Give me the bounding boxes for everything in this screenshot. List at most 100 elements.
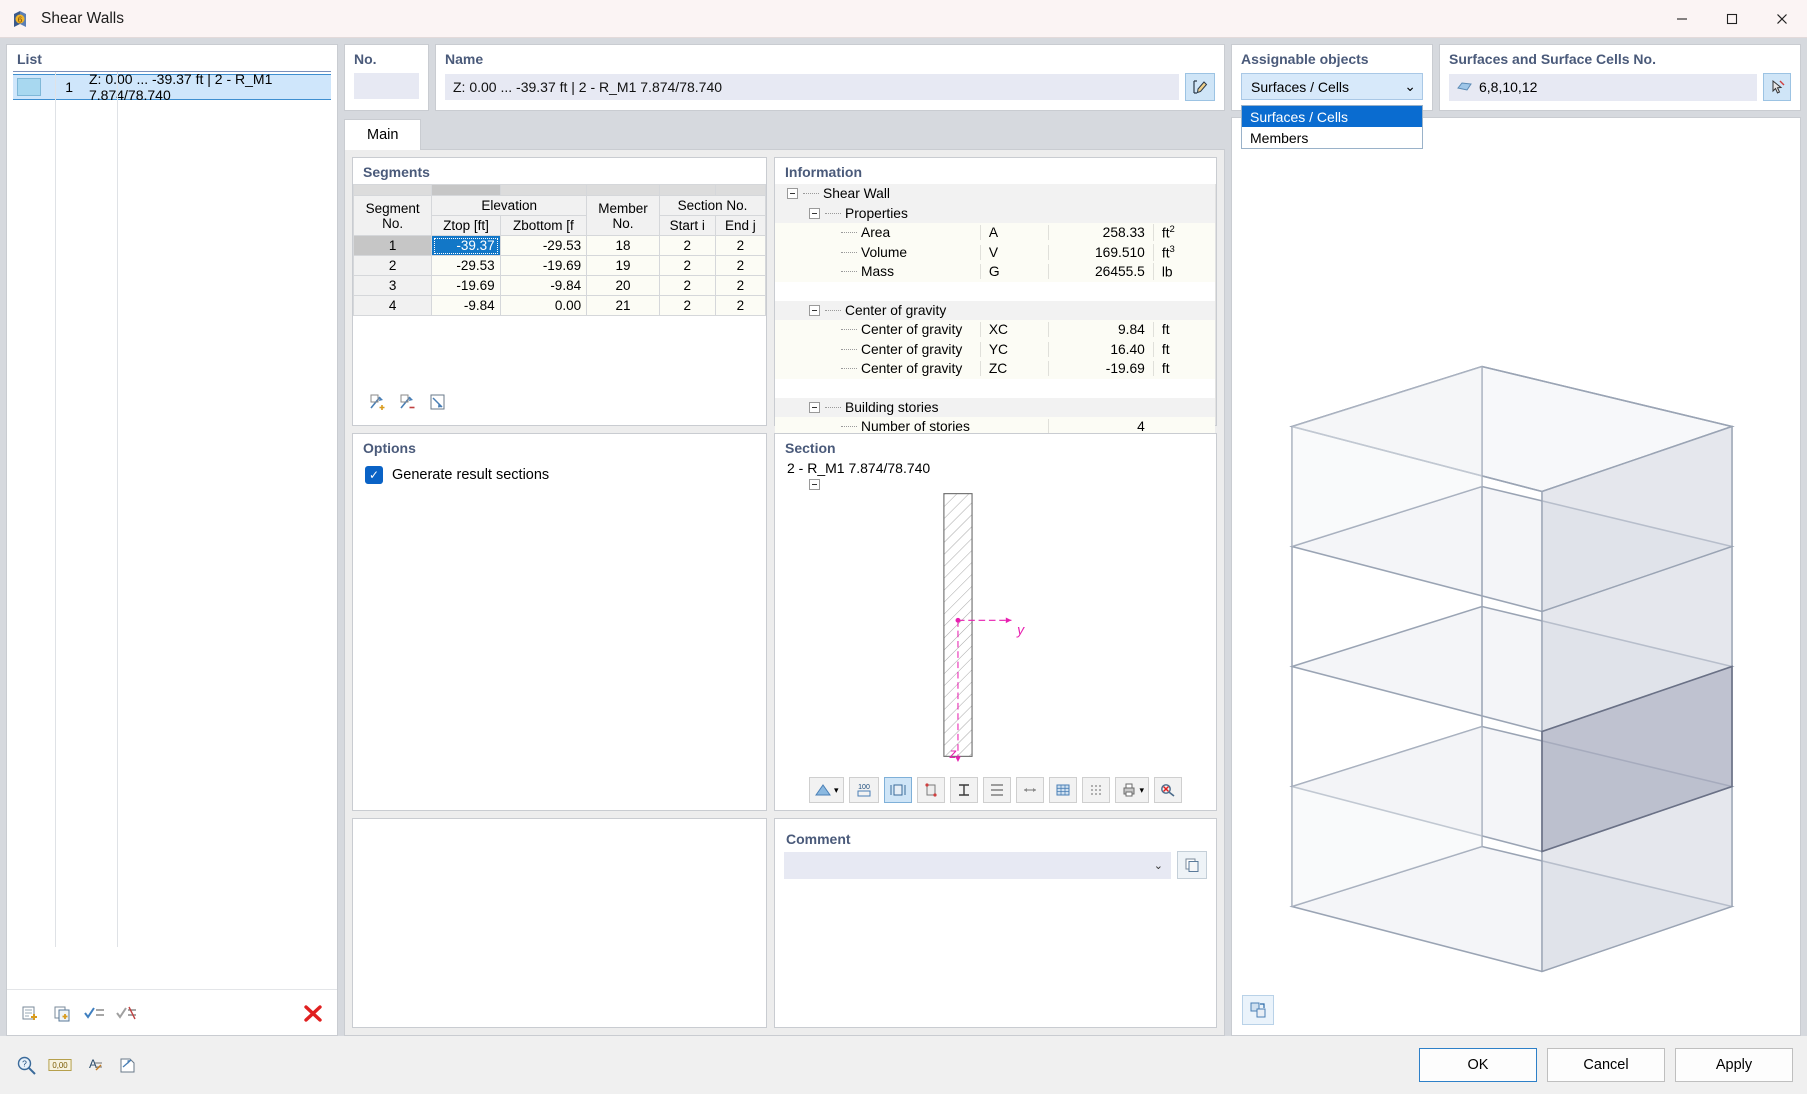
split-segment-button[interactable] (367, 391, 391, 413)
show-dimensions-button[interactable] (884, 777, 912, 803)
chevron-down-icon[interactable]: ▾ (1140, 785, 1145, 796)
copy-shear-wall-button[interactable] (51, 1002, 75, 1024)
col-start-i[interactable]: Start i (659, 216, 715, 236)
show-centroid-button[interactable] (950, 777, 978, 803)
table-row[interactable]: 3 -19.69 -9.84 20 2 2 (354, 276, 766, 296)
tree-row[interactable]: Mass G 26455.5 lb (775, 262, 1215, 282)
cell-member[interactable]: 21 (587, 296, 660, 316)
render-mode-button[interactable]: ▾ (809, 777, 844, 803)
grid-button[interactable] (1049, 777, 1077, 803)
cell-segment-no[interactable]: 1 (354, 236, 432, 256)
section-canvas[interactable]: y z (775, 480, 1216, 770)
cell-segment-no[interactable]: 3 (354, 276, 432, 296)
chevron-down-icon[interactable]: ⌄ (1154, 859, 1163, 872)
tree-group-building-stories[interactable]: Building stories (775, 398, 1215, 418)
cell-ztop[interactable]: -39.37 (432, 236, 500, 256)
segments-table[interactable]: Segment No. Elevation Member No. Section… (353, 184, 766, 316)
cell-segment-no[interactable]: 4 (354, 296, 432, 316)
help-button[interactable]: ? (14, 1053, 38, 1077)
rename-button[interactable]: A (82, 1053, 106, 1077)
col-ztop[interactable]: Ztop [ft] (432, 216, 500, 236)
show-stress-points-button[interactable] (917, 777, 945, 803)
print-button[interactable]: ▾ (1115, 777, 1150, 803)
cell-ztop[interactable]: -19.69 (432, 276, 500, 296)
tree-group-center-of-gravity[interactable]: Center of gravity (775, 301, 1215, 321)
information-tree[interactable]: Shear Wall Properties (775, 184, 1215, 425)
maximize-button[interactable] (1707, 0, 1757, 38)
reset-view-icon[interactable] (1242, 995, 1274, 1025)
collapse-icon[interactable] (809, 305, 820, 316)
table-row[interactable]: 2 -29.53 -19.69 19 2 2 (354, 256, 766, 276)
cancel-button[interactable]: Cancel (1547, 1048, 1665, 1082)
cell-ztop[interactable]: -9.84 (432, 296, 500, 316)
close-button[interactable] (1757, 0, 1807, 38)
cell-zbottom[interactable]: 0.00 (500, 296, 586, 316)
dropdown-option-surfaces-cells[interactable]: Surfaces / Cells (1242, 106, 1422, 127)
collapse-icon[interactable] (787, 188, 798, 199)
generate-result-sections-checkbox[interactable]: ✓ (365, 466, 383, 484)
scale-100-button[interactable]: 100 (849, 777, 879, 803)
col-zbottom[interactable]: Zbottom [f (500, 216, 586, 236)
tree-row[interactable]: Volume V 169.510 ft3 (775, 243, 1215, 263)
cell-start[interactable]: 2 (659, 256, 715, 276)
model-viewport[interactable] (1231, 117, 1801, 1036)
tree-node-root[interactable]: Shear Wall (775, 184, 1215, 204)
cell-end[interactable]: 2 (715, 276, 765, 296)
table-row[interactable]: 4 -9.84 0.00 21 2 2 (354, 296, 766, 316)
minimize-button[interactable] (1657, 0, 1707, 38)
list-item[interactable]: 1 Z: 0.00 ... -39.37 ft | 2 - R_M1 7.874… (13, 74, 331, 100)
dropdown-option-members[interactable]: Members (1242, 127, 1422, 148)
list-container[interactable]: 1 Z: 0.00 ... -39.37 ft | 2 - R_M1 7.874… (7, 72, 337, 989)
cell-zbottom[interactable]: -9.84 (500, 276, 586, 296)
table-row[interactable]: 1 -39.37 -29.53 18 2 2 (354, 236, 766, 256)
col-end-j[interactable]: End j (715, 216, 765, 236)
tree-row[interactable]: Center of gravity XC 9.84 ft (775, 320, 1215, 340)
chevron-down-icon[interactable]: ⌄ (1404, 78, 1416, 95)
edit-segment-button[interactable] (427, 391, 451, 413)
tree-row[interactable]: Center of gravity YC 16.40 ft (775, 340, 1215, 360)
cell-member[interactable]: 20 (587, 276, 660, 296)
no-input[interactable] (354, 73, 419, 99)
cell-ztop[interactable]: -29.53 (432, 256, 500, 276)
show-axes-button[interactable] (983, 777, 1011, 803)
col-member-no[interactable]: Member No. (587, 196, 660, 236)
comment-input[interactable]: ⌄ (784, 852, 1171, 879)
uncheck-all-button[interactable] (115, 1002, 139, 1024)
col-elevation[interactable]: Elevation (432, 196, 587, 216)
ok-button[interactable]: OK (1419, 1048, 1537, 1082)
copy-comment-icon[interactable] (1177, 851, 1207, 879)
cell-end[interactable]: 2 (715, 236, 765, 256)
cell-zbottom[interactable]: -19.69 (500, 256, 586, 276)
info-button[interactable] (116, 1053, 140, 1077)
tree-row[interactable]: Area A 258.33 ft2 (775, 223, 1215, 243)
cell-member[interactable]: 18 (587, 236, 660, 256)
tree-row[interactable]: Center of gravity ZC -19.69 ft (775, 359, 1215, 379)
apply-button[interactable]: Apply (1675, 1048, 1793, 1082)
col-section-no[interactable]: Section No. (659, 196, 765, 216)
cell-start[interactable]: 2 (659, 296, 715, 316)
cell-end[interactable]: 2 (715, 296, 765, 316)
surfaces-input[interactable]: 6,8,10,12 (1449, 74, 1757, 101)
new-shear-wall-button[interactable] (19, 1002, 43, 1024)
assignable-objects-select[interactable]: Surfaces / Cells ⌄ (1241, 73, 1423, 100)
name-input[interactable]: Z: 0.00 ... -39.37 ft | 2 - R_M1 7.874/7… (445, 74, 1179, 100)
tab-main[interactable]: Main (344, 119, 421, 150)
assignable-objects-dropdown[interactable]: Surfaces / Cells Members (1241, 105, 1423, 149)
col-segment-no[interactable]: Segment No. (354, 196, 432, 236)
information-scrollbar[interactable] (1215, 184, 1216, 425)
check-all-button[interactable] (83, 1002, 107, 1024)
snap-button[interactable] (1082, 777, 1110, 803)
tree-group-properties[interactable]: Properties (775, 204, 1215, 224)
delete-shear-wall-button[interactable] (301, 1002, 325, 1024)
cell-end[interactable]: 2 (715, 256, 765, 276)
show-annotations-button[interactable] (1016, 777, 1044, 803)
edit-name-icon[interactable] (1185, 73, 1215, 101)
zoom-reset-button[interactable] (1154, 777, 1182, 803)
generate-result-sections-row[interactable]: ✓ Generate result sections (353, 460, 766, 490)
pick-in-viewport-icon[interactable] (1763, 73, 1791, 101)
cell-segment-no[interactable]: 2 (354, 256, 432, 276)
merge-segment-button[interactable] (397, 391, 421, 413)
chevron-down-icon[interactable]: ▾ (834, 785, 839, 796)
cell-zbottom[interactable]: -29.53 (500, 236, 586, 256)
cell-member[interactable]: 19 (587, 256, 660, 276)
